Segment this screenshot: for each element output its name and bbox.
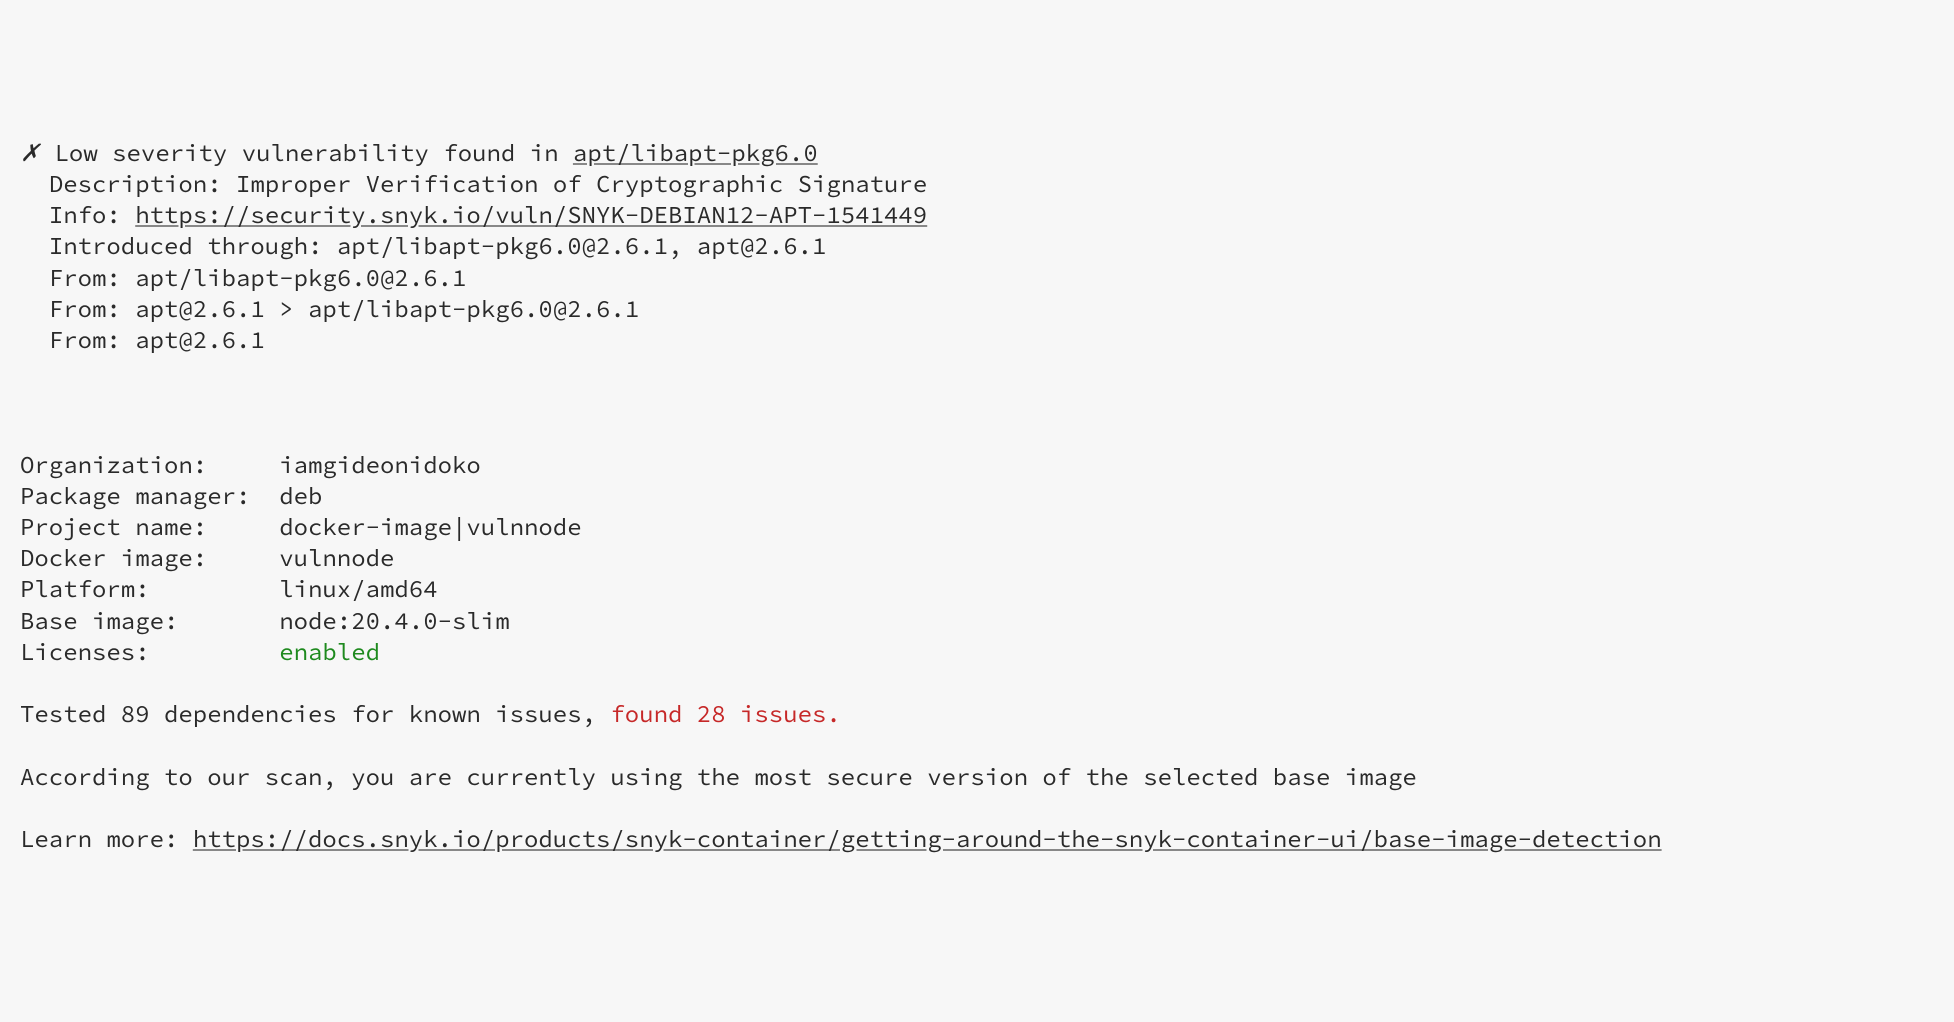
severity-text: Low severity vulnerability found in <box>55 137 573 168</box>
description-label: Description: <box>49 168 236 199</box>
from-label-1: From: <box>49 262 135 293</box>
pkg-mgr-label: Package manager: <box>20 480 279 511</box>
introduced-value: apt/libapt-pkg6.0@2.6.1, apt@2.6.1 <box>337 230 827 261</box>
pkg-mgr-value: deb <box>279 480 322 511</box>
terminal-output: ✗ Low severity vulnerability found in ap… <box>20 137 1934 854</box>
docker-image-label: Docker image: <box>20 542 279 573</box>
base-image-value: node:20.4.0-slim <box>279 605 509 636</box>
found-issues-text: found 28 issues. <box>610 698 840 729</box>
info-label: Info: <box>49 199 135 230</box>
vuln-marker-icon: ✗ <box>20 137 40 168</box>
learn-more-label: Learn more: <box>20 823 193 854</box>
platform-label: Platform: <box>20 573 279 604</box>
org-label: Organization: <box>20 449 279 480</box>
project-name-value: docker-image|vulnnode <box>279 511 581 542</box>
licenses-value: enabled <box>279 636 380 667</box>
description-value: Improper Verification of Cryptographic S… <box>236 168 927 199</box>
docker-image-value: vulnnode <box>279 542 394 573</box>
from-label-2: From: <box>49 293 135 324</box>
tested-summary-prefix: Tested 89 dependencies for known issues, <box>20 698 610 729</box>
secure-advice-text: According to our scan, you are currently… <box>20 761 1417 792</box>
vuln-package-link[interactable]: apt/libapt-pkg6.0 <box>573 137 818 168</box>
base-image-label: Base image: <box>20 605 279 636</box>
from-value-3: apt@2.6.1 <box>135 324 265 355</box>
info-url-link[interactable]: https://security.snyk.io/vuln/SNYK-DEBIA… <box>135 199 927 230</box>
platform-value: linux/amd64 <box>279 573 437 604</box>
from-value-2: apt@2.6.1 > apt/libapt-pkg6.0@2.6.1 <box>135 293 639 324</box>
from-label-3: From: <box>49 324 135 355</box>
licenses-label: Licenses: <box>20 636 279 667</box>
project-name-label: Project name: <box>20 511 279 542</box>
org-value: iamgideonidoko <box>279 449 481 480</box>
learn-more-link[interactable]: https://docs.snyk.io/products/snyk-conta… <box>193 823 1662 854</box>
from-value-1: apt/libapt-pkg6.0@2.6.1 <box>135 262 466 293</box>
introduced-label: Introduced through: <box>49 230 337 261</box>
